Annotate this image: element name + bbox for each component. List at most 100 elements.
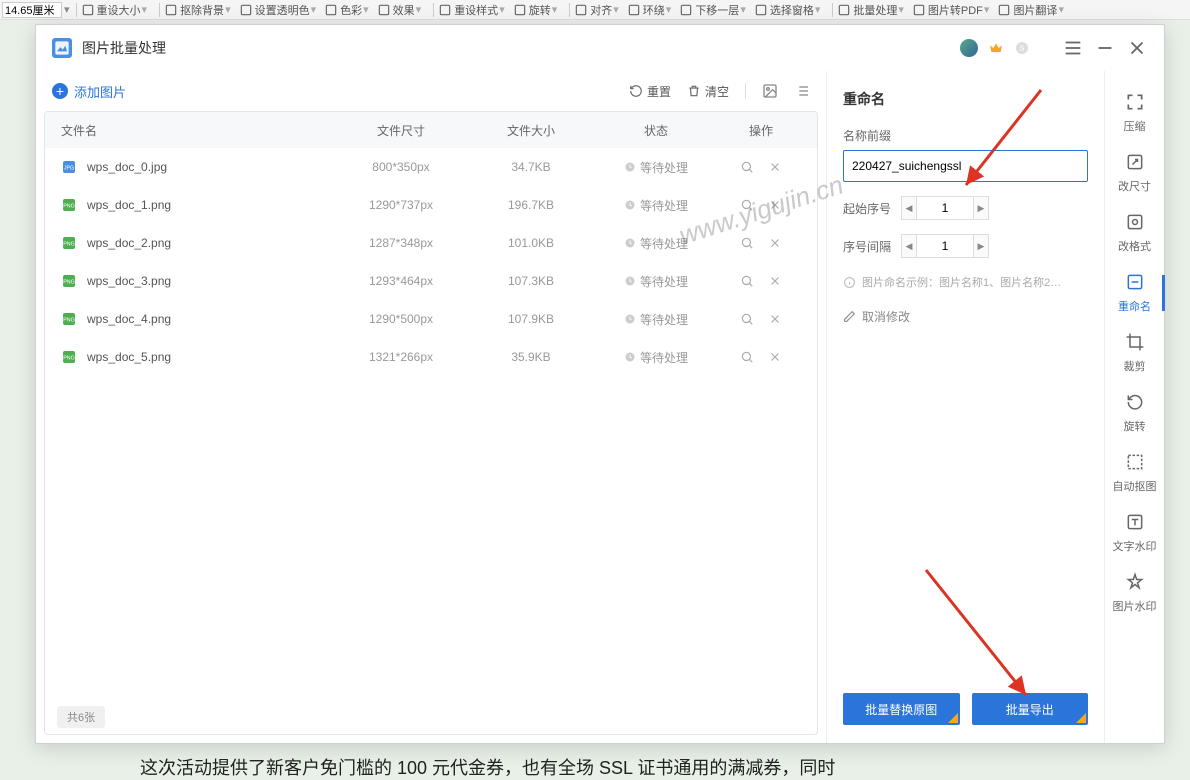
col-name: 文件名	[61, 122, 331, 139]
file-png-icon: PNG	[61, 349, 77, 365]
stepper-increase[interactable]: ▶	[973, 196, 989, 220]
prefix-input[interactable]	[843, 150, 1088, 182]
file-count-badge: 共6张	[57, 706, 105, 728]
file-size: 34.7KB	[471, 160, 591, 174]
preview-icon[interactable]	[740, 350, 754, 364]
toolbar-11[interactable]: 批量处理▾	[837, 2, 904, 18]
toolbar-8[interactable]: 环绕▾	[627, 2, 672, 18]
remove-icon[interactable]	[768, 198, 782, 212]
remove-icon[interactable]	[768, 274, 782, 288]
clear-button[interactable]: 清空	[687, 83, 729, 100]
table-row[interactable]: PNGwps_doc_1.png1290*737px196.7KB等待处理	[45, 186, 817, 224]
sidebar-item-label: 自动抠图	[1113, 478, 1157, 494]
toolbar-9[interactable]: 下移一层▾	[679, 2, 746, 18]
preview-icon[interactable]	[740, 236, 754, 250]
list-view-icon[interactable]	[794, 83, 810, 99]
table-row[interactable]: PNGwps_doc_2.png1287*348px101.0KB等待处理	[45, 224, 817, 262]
menu-icon[interactable]	[1062, 37, 1084, 59]
grid-view-icon[interactable]	[762, 83, 778, 99]
sidebar-item-rotate[interactable]: 旋转	[1105, 383, 1165, 443]
table-row[interactable]: PNGwps_doc_4.png1290*500px107.9KB等待处理	[45, 300, 817, 338]
start-number-stepper[interactable]: ◀ ▶	[901, 196, 989, 220]
sidebar-item-label: 改格式	[1118, 238, 1151, 254]
interval-label: 序号间隔	[843, 238, 901, 255]
file-dim: 1321*266px	[331, 350, 471, 364]
file-jpg-icon: JPG	[61, 159, 77, 175]
file-png-icon: PNG	[61, 197, 77, 213]
clock-icon	[624, 351, 636, 363]
stepper-decrease[interactable]: ◀	[901, 234, 917, 258]
pencil-icon	[843, 310, 856, 323]
sidebar-item-imagewm[interactable]: 图片水印	[1105, 563, 1165, 623]
batch-export-button[interactable]: 批量导出	[972, 693, 1089, 725]
table-row[interactable]: PNGwps_doc_5.png1321*266px35.9KB等待处理	[45, 338, 817, 376]
crown-icon	[988, 40, 1004, 56]
close-button[interactable]	[1126, 37, 1148, 59]
sidebar-item-format[interactable]: 改格式	[1105, 203, 1165, 263]
sidebar-item-label: 压缩	[1124, 118, 1146, 134]
toolbar-6[interactable]: 旋转▾	[513, 2, 558, 18]
start-number-input[interactable]	[917, 196, 973, 220]
toolbar-0[interactable]: 重设大小▾	[81, 2, 148, 18]
sidebar-item-cutout[interactable]: 自动抠图	[1105, 443, 1165, 503]
minimize-button[interactable]	[1094, 37, 1116, 59]
batch-replace-button[interactable]: 批量替换原图	[843, 693, 960, 725]
clock-icon	[624, 313, 636, 325]
toolbar-12[interactable]: 图片转PDF▾	[912, 2, 990, 18]
file-list-panel: + 添加图片 重置 清空 文件名 文件尺寸	[36, 71, 826, 743]
preview-icon[interactable]	[740, 312, 754, 326]
svg-text:PNG: PNG	[63, 318, 75, 324]
svg-text:PNG: PNG	[63, 204, 75, 210]
cancel-changes-link[interactable]: 取消修改	[843, 308, 1088, 325]
remove-icon[interactable]	[768, 236, 782, 250]
interval-stepper[interactable]: ◀ ▶	[901, 234, 989, 258]
file-png-icon: PNG	[61, 273, 77, 289]
file-png-icon: PNG	[61, 311, 77, 327]
remove-icon[interactable]	[768, 160, 782, 174]
app-top-toolbar: ▾ 重设大小▾抠除背景▾设置透明色▾色彩▾效果▾重设样式▾旋转▾对齐▾环绕▾下移…	[0, 0, 1190, 20]
interval-input[interactable]	[917, 234, 973, 258]
reset-button[interactable]: 重置	[629, 83, 671, 100]
file-status: 等待处理	[591, 197, 721, 214]
toolbar-7[interactable]: 对齐▾	[574, 2, 619, 18]
sidebar-item-resize[interactable]: 改尺寸	[1105, 143, 1165, 203]
preview-icon[interactable]	[740, 198, 754, 212]
toolbar-2[interactable]: 设置透明色▾	[239, 2, 317, 18]
toolbar-4[interactable]: 效果▾	[377, 2, 422, 18]
svg-text:JPG: JPG	[64, 166, 74, 172]
col-status: 状态	[591, 122, 721, 139]
stepper-decrease[interactable]: ◀	[901, 196, 917, 220]
rename-settings-panel: 重命名 名称前缀 起始序号 ◀ ▶ 序号间隔 ◀ ▶	[826, 71, 1104, 743]
user-avatar[interactable]	[960, 39, 978, 57]
preview-icon[interactable]	[740, 274, 754, 288]
sidebar-item-compress[interactable]: 压缩	[1105, 83, 1165, 143]
sidebar-item-label: 图片水印	[1113, 598, 1157, 614]
sidebar-item-crop[interactable]: 裁剪	[1105, 323, 1165, 383]
size-input[interactable]	[2, 2, 62, 18]
file-name: wps_doc_5.png	[87, 350, 171, 364]
col-size: 文件大小	[471, 122, 591, 139]
remove-icon[interactable]	[768, 350, 782, 364]
sidebar-item-textwm[interactable]: 文字水印	[1105, 503, 1165, 563]
add-image-button[interactable]: + 添加图片	[52, 82, 126, 101]
toolbar-1[interactable]: 抠除背景▾	[164, 2, 231, 18]
toolbar-10[interactable]: 选择窗格▾	[754, 2, 821, 18]
stepper-increase[interactable]: ▶	[973, 234, 989, 258]
sidebar-item-label: 改尺寸	[1118, 178, 1151, 194]
toolbar-13[interactable]: 图片翻译▾	[997, 2, 1064, 18]
sidebar-item-rename[interactable]: 重命名	[1105, 263, 1165, 323]
clock-icon	[624, 161, 636, 173]
table-row[interactable]: JPGwps_doc_0.jpg800*350px34.7KB等待处理	[45, 148, 817, 186]
remove-icon[interactable]	[768, 312, 782, 326]
cutout-icon	[1125, 452, 1145, 472]
toolbar-3[interactable]: 色彩▾	[324, 2, 369, 18]
toolbar-5[interactable]: 重设样式▾	[438, 2, 505, 18]
clock-icon	[624, 237, 636, 249]
file-status: 等待处理	[591, 159, 721, 176]
file-status: 等待处理	[591, 273, 721, 290]
file-name: wps_doc_2.png	[87, 236, 171, 250]
preview-icon[interactable]	[740, 160, 754, 174]
file-size: 196.7KB	[471, 198, 591, 212]
table-row[interactable]: PNGwps_doc_3.png1293*464px107.3KB等待处理	[45, 262, 817, 300]
naming-hint: 图片命名示例：图片名称1、图片名称2…	[843, 274, 1088, 290]
